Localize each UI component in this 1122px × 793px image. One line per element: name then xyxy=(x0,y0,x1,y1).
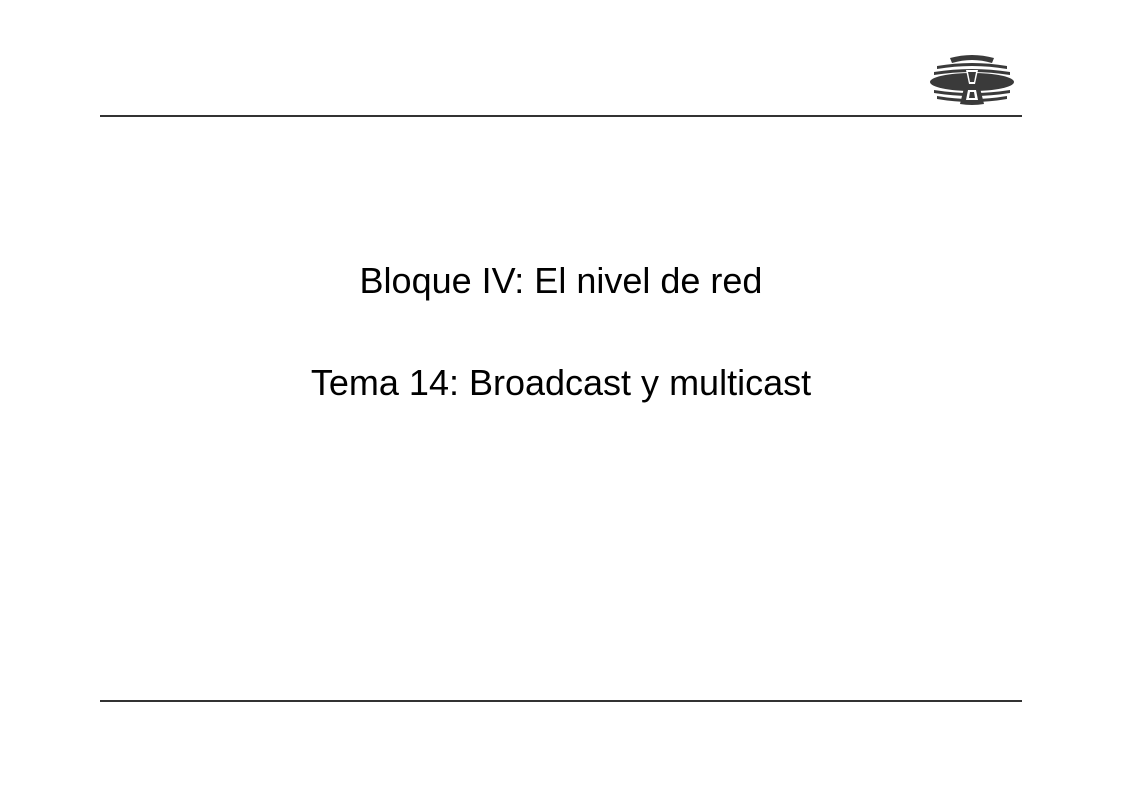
institution-emblem-icon xyxy=(922,50,1022,110)
topic-title: Tema 14: Broadcast y multicast xyxy=(100,362,1022,404)
slide-header xyxy=(100,50,1022,125)
header-divider xyxy=(100,115,1022,117)
footer-divider xyxy=(100,700,1022,702)
block-title: Bloque IV: El nivel de red xyxy=(100,260,1022,302)
slide-content: Bloque IV: El nivel de red Tema 14: Broa… xyxy=(100,260,1022,404)
